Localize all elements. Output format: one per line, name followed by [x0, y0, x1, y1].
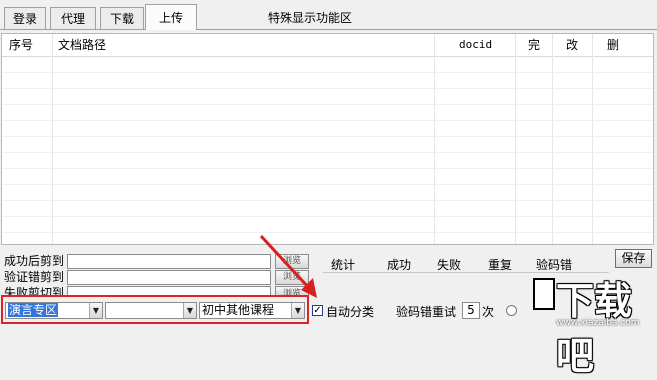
row-divider	[2, 152, 653, 153]
column-divider	[592, 34, 593, 244]
column-divider	[52, 34, 53, 244]
row-divider	[2, 184, 653, 185]
stats-failure-header: 失败	[437, 258, 462, 272]
column-divider	[434, 34, 435, 244]
row-divider	[2, 168, 653, 169]
row-divider	[2, 72, 653, 73]
table-header: 序号 文档路径 docid 完 改 删	[2, 34, 653, 57]
auto-classify-label: 自动分类	[326, 305, 375, 319]
special-display-area-label: 特殊显示功能区	[268, 11, 353, 25]
column-header-modify[interactable]: 改	[566, 34, 578, 56]
column-header-path[interactable]: 文档路径	[58, 34, 106, 56]
red-arrow-annotation	[259, 234, 317, 298]
retry-unit-label: 次	[482, 305, 495, 319]
row-divider	[2, 232, 653, 233]
failure-move-label: 失败剪切到	[4, 286, 65, 295]
auto-classify-checkbox[interactable]: ✓	[312, 305, 323, 316]
tab-login[interactable]: 登录	[4, 7, 46, 29]
chevron-down-icon[interactable]: ▼	[89, 303, 102, 318]
watermark-logo-icon	[533, 278, 555, 310]
column-header-done[interactable]: 完	[528, 34, 540, 56]
chevron-down-icon[interactable]: ▼	[183, 303, 196, 318]
stats-duplicate-header: 重复	[488, 258, 513, 272]
row-divider	[2, 120, 653, 121]
tab-upload[interactable]: 上传	[145, 4, 197, 30]
category-combo-1[interactable]: 演言专区 ▼	[5, 302, 103, 319]
category-combo-2[interactable]: ▼	[105, 302, 197, 319]
column-header-delete[interactable]: 删	[607, 34, 619, 56]
tab-download[interactable]: 下载	[100, 7, 144, 29]
verify-error-retry-input[interactable]: 5	[462, 302, 480, 319]
success-move-path-input[interactable]	[67, 254, 271, 269]
upload-table[interactable]: 序号 文档路径 docid 完 改 删	[1, 33, 654, 245]
column-header-index[interactable]: 序号	[9, 34, 33, 56]
column-divider	[552, 34, 553, 244]
tab-proxy[interactable]: 代理	[50, 7, 96, 29]
column-divider	[515, 34, 516, 244]
row-divider	[2, 88, 653, 89]
tab-strip-divider	[0, 29, 657, 30]
verify-error-retry-label: 验码错重试	[396, 305, 457, 319]
verify-error-move-path-input[interactable]	[67, 270, 271, 285]
row-divider	[2, 216, 653, 217]
success-move-label: 成功后剪到	[4, 254, 65, 268]
category-combo-1-value: 演言专区	[8, 303, 59, 317]
save-button[interactable]: 保存	[615, 249, 652, 268]
column-header-docid[interactable]: docid	[459, 34, 492, 56]
option-radio[interactable]	[506, 305, 517, 316]
stats-total-header: 统计	[331, 258, 356, 272]
failure-move-path-input[interactable]	[67, 286, 271, 295]
watermark-url: www.xiazaiba.com	[556, 318, 640, 328]
stats-success-header: 成功	[387, 258, 412, 272]
row-divider	[2, 136, 653, 137]
verify-error-move-label: 验证错剪到	[4, 270, 65, 284]
row-divider	[2, 200, 653, 201]
row-divider	[2, 104, 653, 105]
